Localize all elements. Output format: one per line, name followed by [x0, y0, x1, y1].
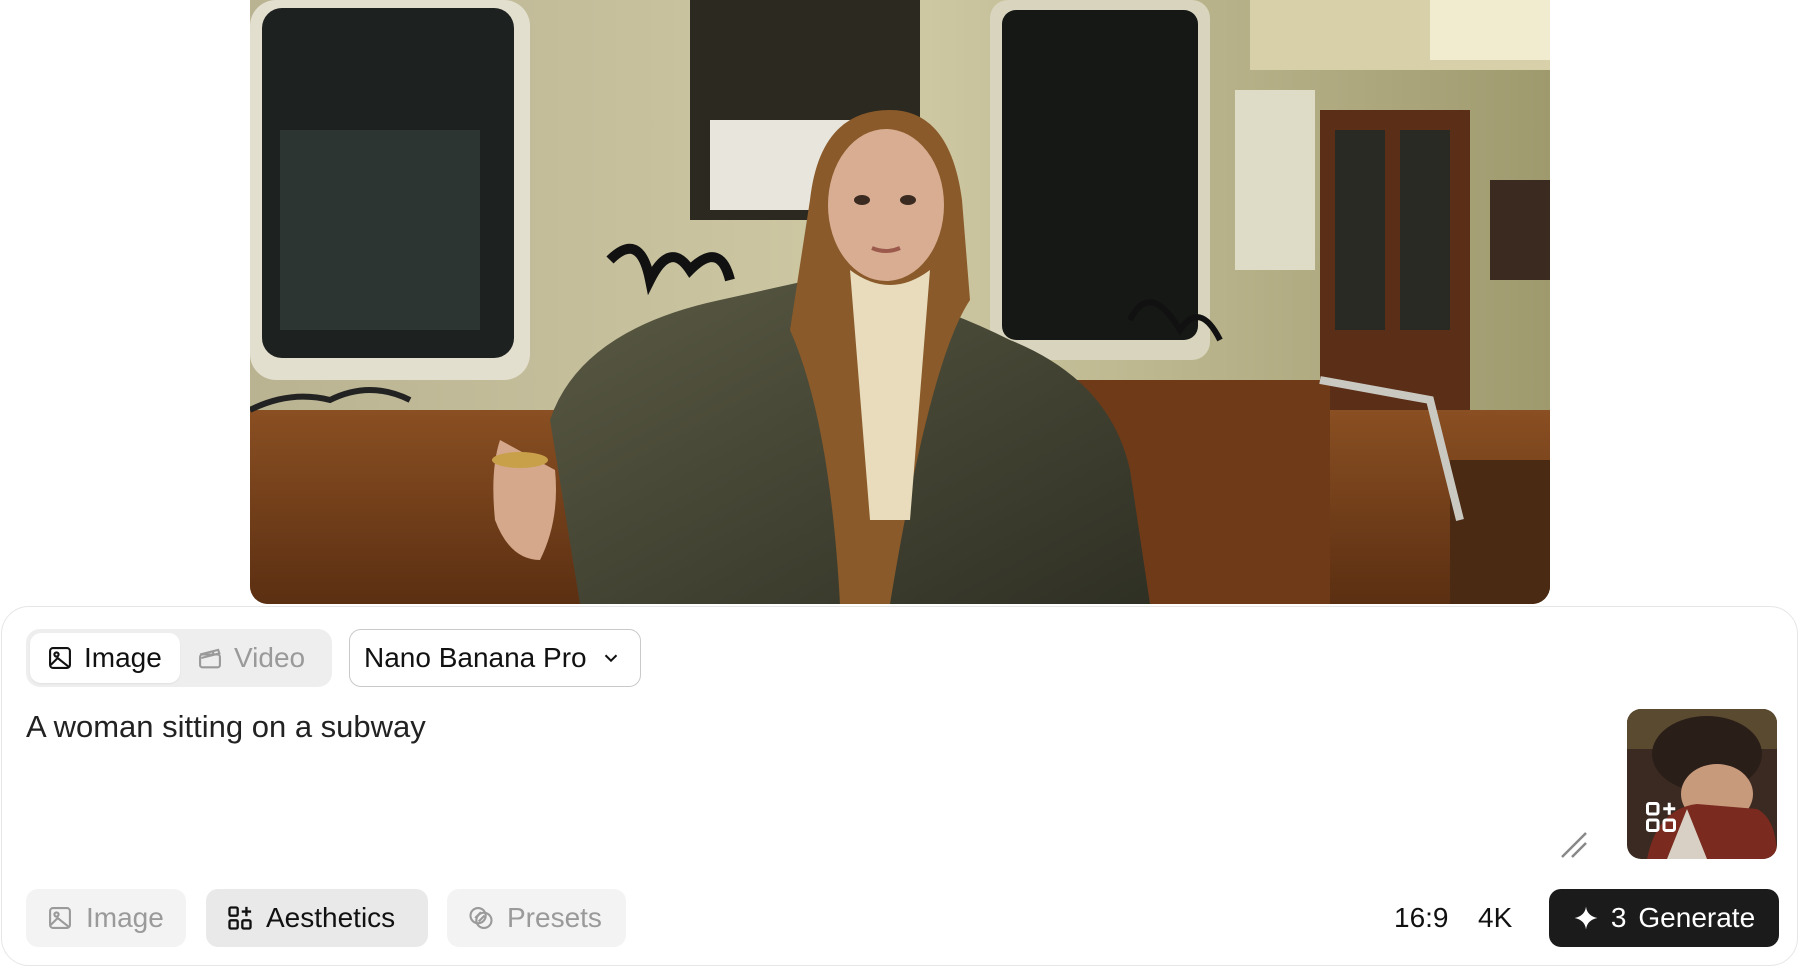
image-mode-label: Image: [84, 642, 162, 673]
clapperboard-icon: [199, 648, 221, 669]
presets-icon: [469, 907, 493, 929]
add-image-label: Image: [86, 902, 164, 933]
video-mode-tab[interactable]: Video: [180, 633, 328, 683]
add-image-chip[interactable]: Image: [26, 889, 186, 947]
model-select[interactable]: Nano Banana Pro: [349, 629, 641, 687]
aesthetics-label: Aesthetics: [266, 902, 396, 933]
image-icon: [49, 647, 71, 669]
aesthetics-grid-icon: [228, 906, 252, 930]
aspect-ratio-select[interactable]: 16:9: [1394, 889, 1449, 947]
generated-image[interactable]: [250, 0, 1550, 604]
sparkle-icon: [1574, 906, 1598, 930]
generate-button[interactable]: 3 Generate: [1549, 889, 1779, 947]
subway-photo: [250, 0, 1550, 604]
prompt-panel: Image Video Nano Banana Pro A woman sitt…: [1, 606, 1798, 966]
chevron-down-icon: [604, 654, 618, 663]
generate-label: Generate: [1638, 902, 1756, 933]
reference-image: [1627, 709, 1777, 859]
image-icon: [49, 907, 71, 929]
prompt-input[interactable]: [26, 709, 1526, 849]
aesthetics-grid-icon: [1646, 802, 1676, 832]
resize-handle-icon[interactable]: [1558, 829, 1588, 859]
aesthetics-chip[interactable]: Aesthetics: [206, 889, 428, 947]
generate-cost: 3: [1610, 902, 1627, 933]
model-select-value: Nano Banana Pro: [364, 642, 587, 673]
presets-label: Presets: [507, 902, 602, 933]
mode-toggle: Image Video: [26, 629, 332, 687]
reference-image-thumbnail[interactable]: [1627, 709, 1777, 859]
resolution-select[interactable]: 4K: [1478, 889, 1512, 947]
presets-chip[interactable]: Presets: [447, 889, 626, 947]
image-mode-tab[interactable]: Image: [30, 633, 180, 683]
video-mode-label: Video: [234, 642, 306, 673]
